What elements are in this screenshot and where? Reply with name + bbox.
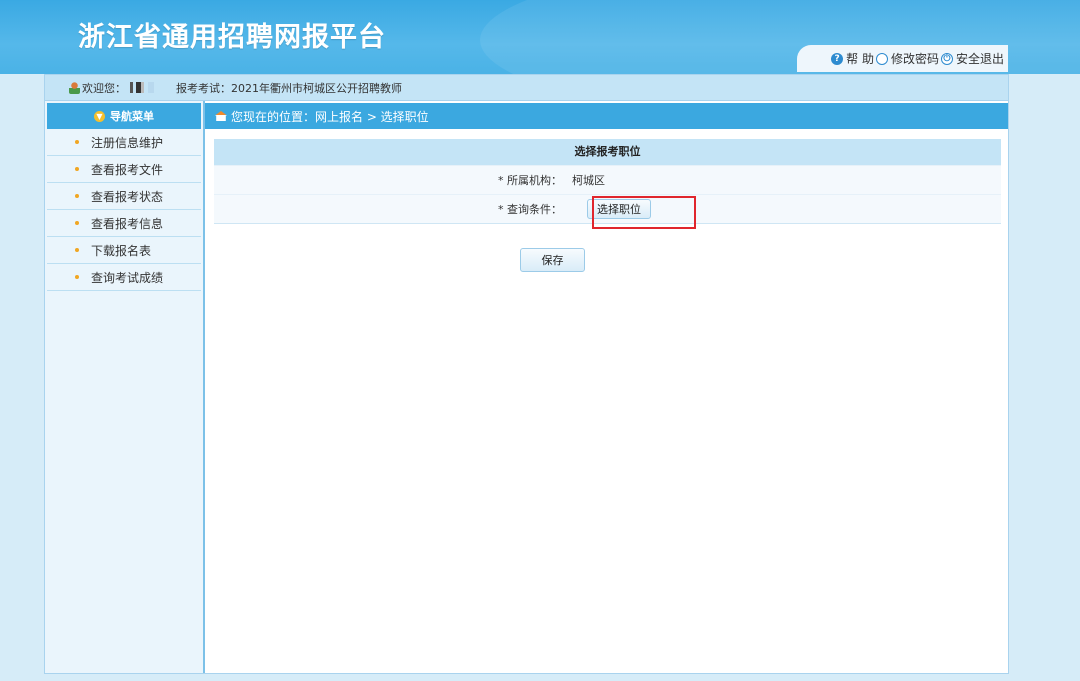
chevron-down-icon: ▼ bbox=[94, 110, 105, 122]
sidebar-item-label: 下载报名表 bbox=[91, 243, 152, 258]
user-name-redacted bbox=[130, 82, 158, 93]
sidebar-item-label: 查看报考文件 bbox=[91, 162, 164, 177]
key-icon bbox=[875, 52, 888, 65]
sidebar-item-register-info[interactable]: 注册信息维护 bbox=[47, 129, 201, 156]
sidebar-item-application-info[interactable]: 查看报考信息 bbox=[47, 210, 201, 237]
breadcrumb-text: 您现在的位置：网上报名 > 选择职位 bbox=[231, 109, 429, 124]
logout-link[interactable]: ⏻ 安全退出 bbox=[940, 50, 1004, 67]
sidebar-item-label: 查看报考状态 bbox=[91, 189, 164, 204]
home-icon bbox=[215, 111, 227, 121]
welcome-text: 欢迎您： bbox=[82, 81, 126, 95]
power-icon: ⏻ bbox=[940, 52, 953, 65]
exam-info: 报考考试：2021年衢州市柯城区公开招聘教师 bbox=[176, 81, 402, 95]
select-position-button[interactable]: 选择职位 bbox=[587, 199, 651, 219]
content-frame: 欢迎您： 报考考试：2021年衢州市柯城区公开招聘教师 ▼ 导航菜单 注册信息维… bbox=[44, 74, 1009, 674]
top-links: ? 帮 助 修改密码 ⏻ 安全退出 bbox=[797, 45, 1008, 72]
change-password-link[interactable]: 修改密码 bbox=[875, 50, 939, 67]
bullet-icon bbox=[75, 275, 79, 279]
sidebar-item-label: 查看报考信息 bbox=[91, 216, 164, 231]
org-value: 柯城区 bbox=[572, 174, 605, 187]
org-label: * 所属机构： bbox=[498, 174, 562, 187]
user-icon bbox=[69, 81, 80, 94]
form-row-query: * 查询条件： 选择职位 bbox=[214, 194, 1001, 223]
bullet-icon bbox=[75, 194, 79, 198]
sidebar-item-exam-scores[interactable]: 查询考试成绩 bbox=[47, 264, 201, 291]
sidebar-title: 导航菜单 bbox=[110, 110, 154, 123]
sidebar-header: ▼ 导航菜单 bbox=[47, 103, 201, 129]
query-label: * 查询条件： bbox=[498, 203, 562, 216]
breadcrumb: 您现在的位置：网上报名 > 选择职位 bbox=[205, 103, 1008, 129]
help-link[interactable]: ? 帮 助 bbox=[831, 50, 874, 67]
sidebar-item-label: 查询考试成绩 bbox=[91, 270, 164, 285]
form-title: 选择报考职位 bbox=[214, 139, 1001, 165]
form-row-org: * 所属机构： 柯城区 bbox=[214, 165, 1001, 194]
select-position-form: 选择报考职位 * 所属机构： 柯城区 * 查询条件： 选择职位 bbox=[214, 139, 1001, 224]
logout-label: 安全退出 bbox=[955, 52, 1004, 66]
page-header: 浙江省通用招聘网报平台 ? 帮 助 修改密码 ⏻ 安全退出 bbox=[0, 0, 1080, 74]
info-bar: 欢迎您： 报考考试：2021年衢州市柯城区公开招聘教师 bbox=[45, 75, 1008, 101]
bullet-icon bbox=[75, 140, 79, 144]
help-icon: ? bbox=[831, 52, 844, 65]
sidebar-item-application-status[interactable]: 查看报考状态 bbox=[47, 183, 201, 210]
change-password-label: 修改密码 bbox=[890, 52, 939, 66]
site-title: 浙江省通用招聘网报平台 bbox=[78, 22, 386, 53]
help-link-label: 帮 助 bbox=[846, 52, 874, 66]
save-button[interactable]: 保存 bbox=[520, 248, 585, 272]
sidebar-item-label: 注册信息维护 bbox=[91, 135, 164, 150]
bullet-icon bbox=[75, 248, 79, 252]
bullet-icon bbox=[75, 221, 79, 225]
bullet-icon bbox=[75, 167, 79, 171]
main-panel: 您现在的位置：网上报名 > 选择职位 选择报考职位 * 所属机构： 柯城区 * … bbox=[205, 101, 1008, 673]
sidebar-item-exam-documents[interactable]: 查看报考文件 bbox=[47, 156, 201, 183]
sidebar: ▼ 导航菜单 注册信息维护 查看报考文件 查看报考状态 查看报考信息 下载报名表… bbox=[45, 101, 205, 673]
sidebar-item-download-form[interactable]: 下载报名表 bbox=[47, 237, 201, 264]
